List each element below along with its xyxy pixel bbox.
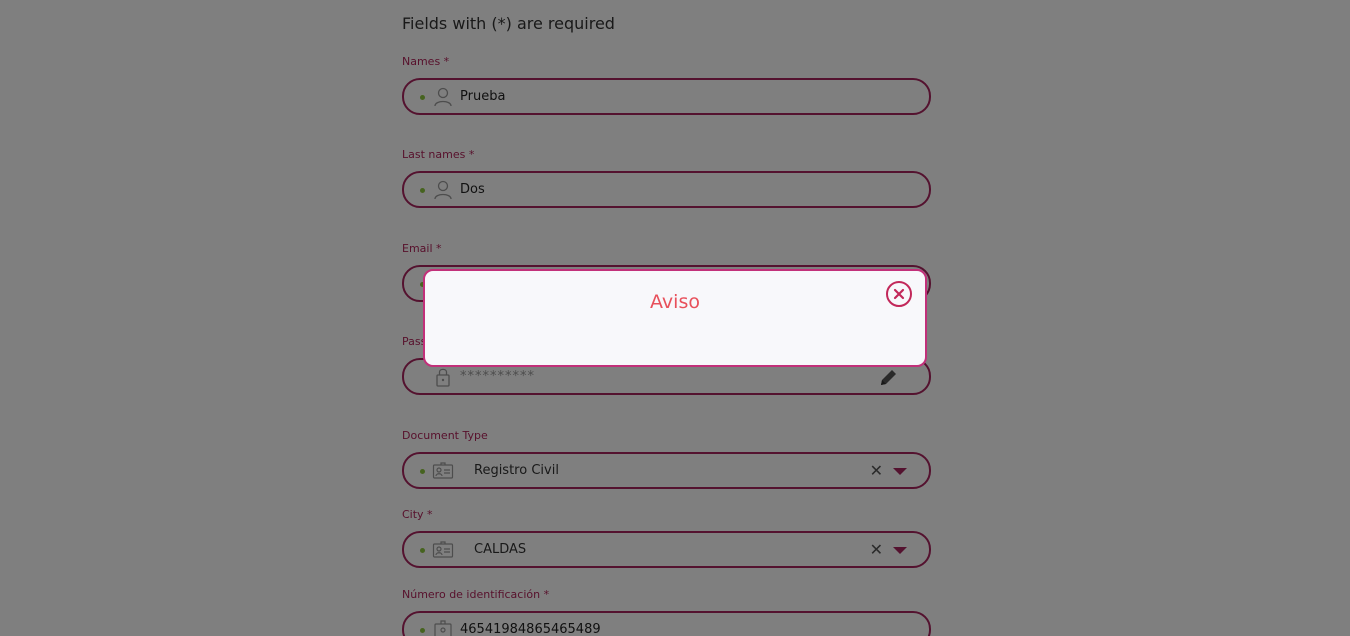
notice-modal: Aviso [423,269,927,367]
modal-title: Aviso [650,291,700,313]
close-icon[interactable] [886,281,912,307]
